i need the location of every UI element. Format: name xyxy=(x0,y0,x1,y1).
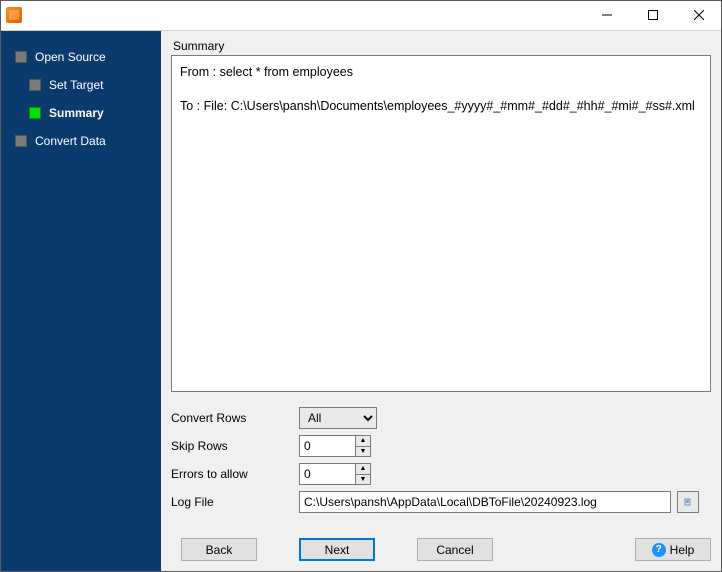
sidebar-item-summary[interactable]: Summary xyxy=(1,99,161,127)
skip-rows-input[interactable] xyxy=(299,435,355,457)
convert-rows-label: Convert Rows xyxy=(171,411,299,425)
summary-textarea[interactable]: From : select * from employees To : File… xyxy=(171,55,711,392)
maximize-button[interactable] xyxy=(630,0,676,30)
next-button[interactable]: Next xyxy=(299,538,375,561)
logfile-browse-button[interactable] xyxy=(677,491,699,513)
close-button[interactable] xyxy=(676,0,722,30)
sidebar-item-label: Open Source xyxy=(35,50,106,64)
sidebar-item-convert-data[interactable]: Convert Data xyxy=(1,127,161,155)
skip-rows-label: Skip Rows xyxy=(171,439,299,453)
summary-group-label: Summary xyxy=(171,39,711,53)
file-browse-icon xyxy=(684,495,692,509)
step-box-icon xyxy=(29,107,41,119)
summary-to-line: To : File: C:\Users\pansh\Documents\empl… xyxy=(180,96,702,116)
help-button[interactable]: ? Help xyxy=(635,538,711,561)
errors-up-button[interactable]: ▲ xyxy=(356,464,370,475)
step-box-icon xyxy=(15,51,27,63)
help-icon: ? xyxy=(652,543,666,557)
sidebar-item-set-target[interactable]: Set Target xyxy=(1,71,161,99)
step-box-icon xyxy=(15,135,27,147)
logfile-label: Log File xyxy=(171,495,299,509)
wizard-sidebar: Open Source Set Target Summary Convert D… xyxy=(1,31,161,571)
logfile-input[interactable] xyxy=(299,491,671,513)
sidebar-item-open-source[interactable]: Open Source xyxy=(1,43,161,71)
sidebar-item-label: Convert Data xyxy=(35,134,106,148)
minimize-button[interactable] xyxy=(584,0,630,30)
skip-rows-up-button[interactable]: ▲ xyxy=(356,436,370,447)
errors-input[interactable] xyxy=(299,463,355,485)
back-button[interactable]: Back xyxy=(181,538,257,561)
errors-label: Errors to allow xyxy=(171,467,299,481)
summary-from-line: From : select * from employees xyxy=(180,62,702,82)
convert-rows-select[interactable]: All xyxy=(299,407,377,429)
skip-rows-down-button[interactable]: ▼ xyxy=(356,447,370,457)
sidebar-item-label: Summary xyxy=(49,106,104,120)
step-box-icon xyxy=(29,79,41,91)
titlebar xyxy=(0,0,722,30)
errors-down-button[interactable]: ▼ xyxy=(356,475,370,485)
app-icon xyxy=(6,7,22,23)
main-panel: Summary From : select * from employees T… xyxy=(161,31,721,571)
cancel-button[interactable]: Cancel xyxy=(417,538,493,561)
sidebar-item-label: Set Target xyxy=(49,78,103,92)
